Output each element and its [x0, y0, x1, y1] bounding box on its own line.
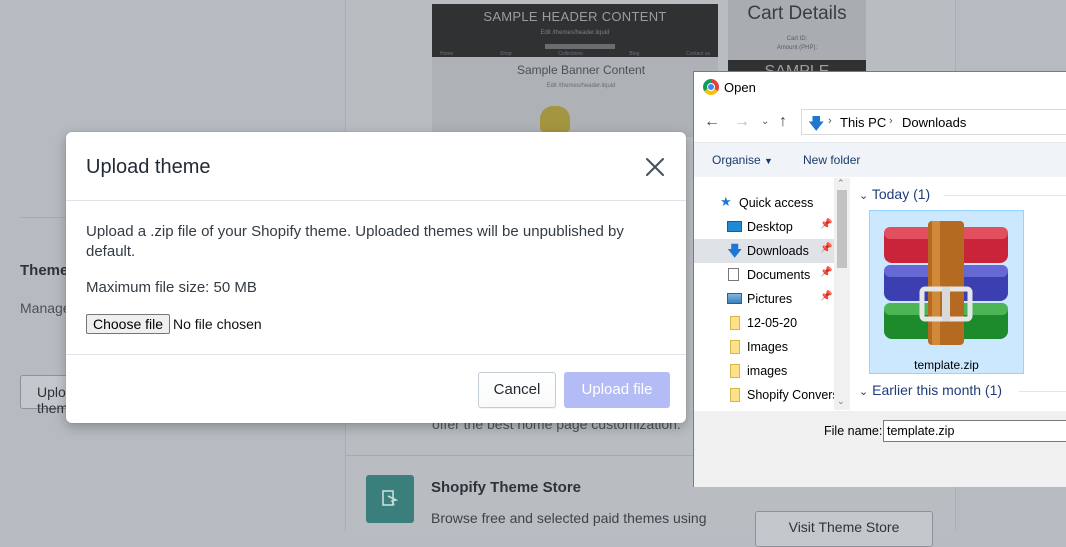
preview-cart-title: Cart Details — [747, 3, 847, 24]
pin-icon: 📌 — [820, 219, 833, 230]
folder-icon — [730, 364, 740, 378]
new-folder-button[interactable]: New folder — [803, 153, 860, 167]
modal-divider — [66, 354, 686, 355]
cancel-button[interactable]: Cancel — [478, 372, 556, 408]
nav-item-label: Desktop — [747, 220, 793, 234]
preview-header-subtitle: Edit /themes/header.liquid — [540, 30, 610, 36]
nav-item-label: Quick access — [739, 196, 814, 210]
store-icon — [366, 475, 414, 523]
nav-item-folder[interactable]: Shopify Convers — [694, 383, 839, 407]
winrar-archive-icon — [884, 221, 1008, 345]
desktop-icon — [727, 221, 742, 232]
nav-item-documents[interactable]: Documents 📌 — [694, 263, 834, 287]
breadcrumb-this-pc[interactable]: This PC — [840, 115, 886, 130]
preview-cart-line: Amount (PHP): — [776, 45, 818, 51]
folder-icon — [730, 316, 740, 330]
chevron-down-icon: ⌄ — [859, 190, 869, 202]
preview-banner-subtitle: Edit /themes/header.liquid — [546, 83, 616, 89]
download-icon: 🡇 — [727, 243, 743, 260]
dialog-footer: File name: template.zip — [694, 411, 1066, 487]
organise-label: Organise — [712, 153, 761, 167]
group-divider — [1019, 391, 1066, 392]
file-name: template.zip — [914, 358, 979, 372]
folder-icon — [730, 340, 740, 354]
group-divider — [944, 195, 1066, 196]
nav-item-folder[interactable]: Images — [694, 335, 834, 359]
folder-icon — [730, 388, 740, 402]
back-arrow-icon[interactable]: ← — [704, 113, 720, 131]
address-bar[interactable]: 🡇 › This PC › Downloads — [801, 109, 1066, 135]
nav-item-label: images — [747, 364, 788, 378]
preview-search-bar — [545, 44, 615, 49]
modal-title: Upload theme — [86, 156, 211, 178]
nav-scrollbar[interactable]: ⌃ ⌄ — [834, 178, 850, 410]
max-file-size: Maximum file size: 50 MB — [86, 279, 257, 296]
star-icon: ★ — [720, 194, 732, 209]
nav-item-label: Images — [747, 340, 788, 354]
file-name-input[interactable]: template.zip — [883, 420, 1066, 442]
chevron-right-icon[interactable]: › — [889, 115, 893, 127]
nav-item-desktop[interactable]: Desktop 📌 — [694, 215, 834, 239]
choose-file-button[interactable]: Choose file — [86, 314, 171, 334]
group-header-today: Today (1) — [871, 186, 931, 202]
close-icon[interactable] — [642, 154, 668, 180]
nav-item-label: Pictures — [747, 292, 793, 306]
scroll-up-icon[interactable]: ⌃ — [837, 178, 845, 189]
dialog-title: Open — [724, 80, 756, 95]
up-arrow-icon[interactable]: ↑ — [779, 113, 787, 131]
organise-menu[interactable]: Organise ▼ — [712, 153, 773, 167]
forward-arrow-icon[interactable]: → — [734, 113, 750, 131]
nav-item-label: Downloads — [747, 244, 809, 258]
preview-header-title: SAMPLE HEADER CONTENT — [483, 9, 667, 24]
group-toggle-today[interactable]: ⌄ Today (1) — [859, 186, 930, 202]
download-icon: 🡇 — [808, 116, 825, 133]
nav-item-quick-access[interactable]: ★ Quick access — [694, 191, 834, 215]
pin-icon: 📌 — [820, 291, 833, 302]
upload-theme-modal: Upload theme Upload a .zip file of your … — [66, 132, 686, 423]
group-toggle-earlier[interactable]: ⌄ Earlier this month (1) — [859, 382, 1002, 398]
nav-item-pictures[interactable]: Pictures 📌 — [694, 287, 834, 311]
visit-theme-store-button[interactable]: Visit Theme Store — [755, 511, 933, 547]
chevron-right-icon[interactable]: › — [828, 115, 832, 127]
preview-cart-line: Cart ID: — [786, 36, 808, 42]
store-description: Browse free and selected paid themes usi… — [431, 510, 707, 526]
group-header-earlier: Earlier this month (1) — [872, 382, 1003, 398]
nav-item-label: 12-05-20 — [747, 316, 798, 330]
dropdown-arrow-icon: ▼ — [764, 156, 773, 166]
modal-description: Upload a .zip file of your Shopify theme… — [86, 223, 624, 260]
upload-file-button[interactable]: Upload file — [564, 372, 670, 408]
file-list: ⌄ Today (1) template.zip ⌄ Earlier this … — [854, 178, 1066, 411]
nav-item-label: Shopify Convers — [747, 388, 839, 402]
pin-icon: 📌 — [820, 243, 833, 254]
pin-icon: 📌 — [820, 267, 833, 278]
chevron-down-icon: ⌄ — [859, 386, 869, 398]
nav-item-label: Documents — [747, 268, 811, 282]
document-icon — [728, 268, 739, 281]
modal-divider — [66, 200, 686, 201]
file-name-label: File name: — [824, 424, 883, 438]
dialog-titlebar: Open — [694, 72, 1066, 102]
nav-item-folder[interactable]: 12-05-20 — [694, 311, 834, 335]
file-status: No file chosen — [173, 316, 262, 332]
scroll-thumb[interactable] — [837, 190, 847, 268]
preview-product-image — [540, 106, 570, 132]
chrome-icon — [703, 79, 719, 95]
navigation-pane: ★ Quick access Desktop 📌 🡇 Downloads 📌 D… — [694, 178, 849, 411]
dialog-toolbar: Organise ▼ New folder — [694, 142, 1066, 177]
nav-item-downloads[interactable]: 🡇 Downloads 📌 — [694, 239, 834, 263]
scroll-down-icon[interactable]: ⌄ — [837, 396, 845, 407]
breadcrumb-downloads[interactable]: Downloads — [902, 115, 966, 130]
store-title: Shopify Theme Store — [431, 479, 582, 496]
preview-banner-title: Sample Banner Content — [516, 63, 646, 77]
pictures-icon — [727, 293, 742, 304]
recent-locations-icon[interactable]: ⌄ — [761, 116, 769, 127]
file-item-template-zip[interactable]: template.zip — [869, 210, 1024, 374]
nav-item-folder[interactable]: images — [694, 359, 834, 383]
open-file-dialog: Open ← → ⌄ ↑ 🡇 › This PC › Downloads Org… — [693, 71, 1066, 487]
